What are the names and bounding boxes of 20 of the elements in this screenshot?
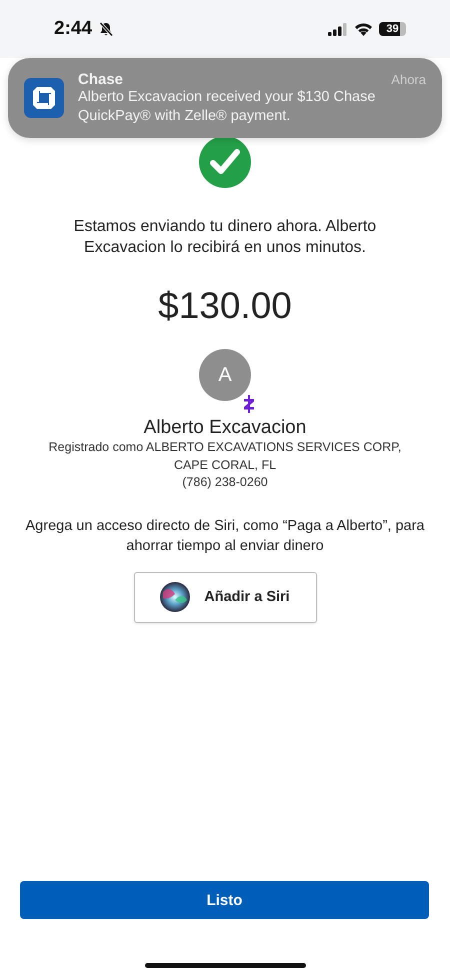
avatar: A	[199, 349, 251, 401]
clock-time: 2:44	[54, 18, 92, 40]
check-icon	[199, 136, 251, 188]
signal-icon	[328, 22, 348, 36]
siri-prompt: Agrega un acceso directo de Siri, como “Paga a Alberto”, para ahorrar tiempo al enviar dinero	[25, 516, 425, 556]
octagon-logo-icon	[24, 78, 64, 118]
add-to-siri-button[interactable]: Añadir a Siri	[134, 572, 316, 622]
recipient-name: Alberto Excavacion	[144, 417, 306, 439]
recipient-detail: (786) 238-0260	[182, 474, 268, 491]
notification-message: Alberto Excavacion received your $130 Chase QuickPay® with Zelle® payment.	[78, 88, 376, 126]
recipient-detail: Registrado como ALBERTO EXCAVATIONS SERVICES CORP,	[48, 439, 402, 456]
status-message: Estamos enviando tu dinero ahora. Alberto Excavacion lo recibirá en unos minutos.	[72, 217, 378, 258]
done-button[interactable]: Listo	[20, 881, 429, 919]
siri-orb-icon	[160, 582, 190, 612]
app-name: Chase	[78, 70, 124, 88]
amount: $130.00	[158, 285, 292, 327]
wifi-icon	[354, 22, 373, 36]
battery-icon: 39	[379, 22, 406, 36]
recipient-detail: CAPE CORAL, FL	[174, 456, 276, 474]
notification-time: Ahora	[391, 72, 426, 86]
